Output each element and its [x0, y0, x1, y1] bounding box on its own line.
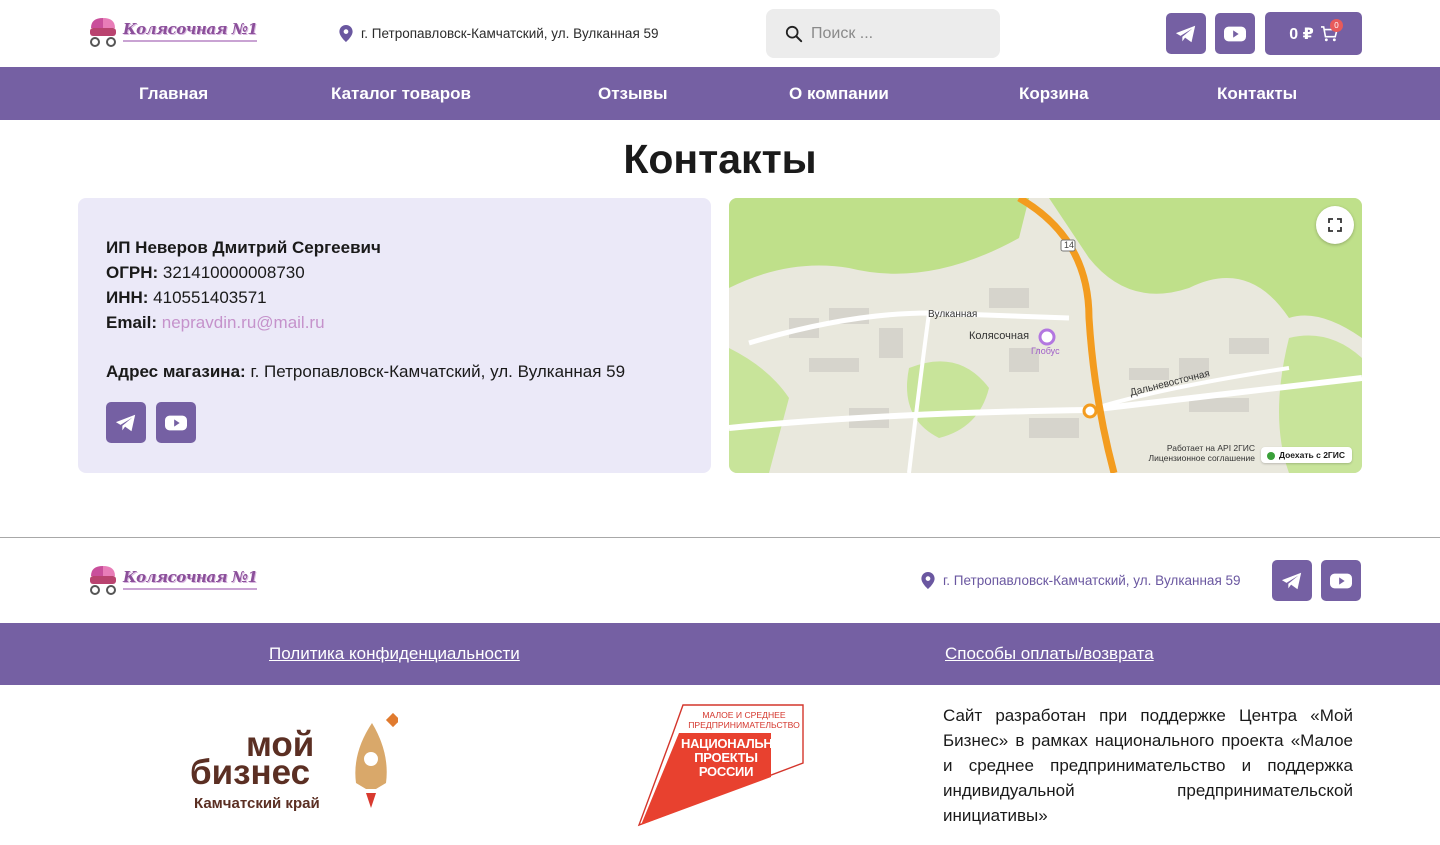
youtube-button[interactable]	[1215, 13, 1255, 54]
cart-button[interactable]: 0 ₽ 0	[1265, 12, 1362, 55]
company-name: ИП Неверов Дмитрий Сергеевич	[106, 238, 381, 257]
telegram-icon	[1175, 25, 1196, 42]
footer-links: Политика конфиденциальности Способы опла…	[0, 623, 1440, 685]
map-place-label: Колясочная	[969, 330, 1030, 342]
ogrn-row: ОГРН: 321410000008730	[106, 260, 683, 285]
drive-with-2gis-button[interactable]: Доехать с 2ГИС	[1260, 447, 1352, 463]
inn-label: ИНН:	[106, 288, 149, 307]
moy-biznes-word2: бизнес	[190, 753, 311, 792]
street-label-vulkannaya: Вулканная	[928, 309, 978, 320]
map-poi-label: Глобус	[1031, 346, 1060, 356]
telegram-icon	[115, 414, 136, 431]
map-license-link[interactable]: Лицензионное соглашение	[1149, 453, 1256, 463]
fullscreen-button[interactable]	[1316, 206, 1354, 244]
stroller-icon	[90, 18, 116, 47]
national-projects-subtitle: МАЛОЕ И СРЕДНЕЕ ПРЕДПРИНИМАТЕЛЬСТВО	[688, 710, 800, 730]
payment-return-link[interactable]: Способы оплаты/возврата	[945, 623, 1154, 685]
contacts-youtube-button[interactable]	[156, 402, 196, 443]
national-projects-title: НАЦИОНАЛЬНЫЕ ПРОЕКТЫ РОССИИ	[681, 736, 794, 779]
map-api-link[interactable]: Работает на API 2ГИС	[1149, 443, 1255, 453]
footer-telegram-button[interactable]	[1272, 560, 1312, 601]
map-widget[interactable]: 14 Вулканная Колясочная Глобус Дальневос…	[729, 198, 1362, 473]
map-attribution[interactable]: Работает на API 2ГИС Лицензионное соглаш…	[1149, 443, 1256, 463]
email-link[interactable]: nepravdin.ru@mail.ru	[162, 313, 325, 332]
partners-section: мой бизнес Камчатский край МАЛОЕ И СРЕДН…	[0, 685, 1440, 845]
contact-socials	[106, 402, 683, 443]
telegram-button[interactable]	[1166, 13, 1206, 54]
shop-address-value: г. Петропавловск-Камчатский, ул. Вулканн…	[250, 362, 626, 381]
main-nav: Главная Каталог товаров Отзывы О компани…	[0, 67, 1440, 120]
nav-item-cart[interactable]: Корзина	[1019, 67, 1089, 120]
footer-address-text: г. Петропавловск-Камчатский, ул. Вулканн…	[943, 573, 1241, 588]
nav-item-catalog[interactable]: Каталог товаров	[331, 67, 471, 120]
header-address: г. Петропавловск-Камчатский, ул. Вулканн…	[339, 25, 659, 42]
national-projects-logo[interactable]: МАЛОЕ И СРЕДНЕЕ ПРЕДПРИНИМАТЕЛЬСТВО НАЦИ…	[637, 703, 805, 827]
footer-top: Колясочная №1 г. Петропавловск-Камчатски…	[0, 538, 1440, 623]
shop-address-row: Адрес магазина: г. Петропавловск-Камчатс…	[106, 359, 683, 384]
footer-logo-text: Колясочная №1	[123, 568, 258, 590]
inn-row: ИНН: 410551403571	[106, 285, 683, 310]
nav-item-home[interactable]: Главная	[139, 67, 208, 120]
search-box[interactable]	[766, 9, 1000, 58]
footer-logo[interactable]: Колясочная №1	[87, 562, 258, 596]
youtube-icon	[165, 415, 187, 430]
stroller-icon	[90, 566, 116, 595]
fullscreen-icon	[1328, 218, 1342, 232]
cart-count-badge: 0	[1330, 19, 1343, 32]
ogrn-label: ОГРН:	[106, 263, 159, 282]
location-pin-icon	[921, 572, 935, 589]
rocket-icon	[355, 713, 398, 808]
map-canvas[interactable]	[729, 198, 1362, 473]
location-pin-icon	[339, 25, 353, 42]
youtube-icon	[1224, 26, 1246, 41]
site-header: Колясочная №1 г. Петропавловск-Камчатски…	[0, 0, 1440, 67]
support-text: Сайт разработан при поддержке Центра «Мо…	[943, 706, 1353, 825]
search-icon	[785, 25, 803, 42]
header-address-text: г. Петропавловск-Камчатский, ул. Вулканн…	[361, 26, 659, 41]
moy-biznes-region: Камчатский край	[194, 795, 320, 812]
shop-address-label: Адрес магазина:	[106, 362, 246, 381]
site-logo[interactable]: Колясочная №1	[87, 14, 258, 48]
contacts-card: ИП Неверов Дмитрий Сергеевич ОГРН: 32141…	[78, 198, 711, 473]
footer-youtube-button[interactable]	[1321, 560, 1361, 601]
cart-total: 0 ₽	[1289, 25, 1314, 43]
nav-item-about[interactable]: О компании	[789, 67, 889, 120]
ogrn-value: 321410000008730	[162, 263, 305, 282]
logo-text: Колясочная №1	[123, 20, 258, 42]
email-row: Email: nepravdin.ru@mail.ru	[106, 310, 683, 335]
moy-biznes-logo[interactable]: мой бизнес Камчатский край	[188, 713, 398, 818]
contacts-telegram-button[interactable]	[106, 402, 146, 443]
inn-value: 410551403571	[153, 288, 267, 307]
email-label: Email:	[106, 313, 158, 332]
page-title: Контакты	[623, 136, 817, 182]
privacy-policy-link[interactable]: Политика конфиденциальности	[269, 623, 520, 685]
search-input[interactable]	[811, 24, 981, 43]
youtube-icon	[1330, 573, 1352, 588]
road-number-label: 14	[1064, 240, 1075, 250]
telegram-icon	[1281, 572, 1302, 589]
footer-address: г. Петропавловск-Камчатский, ул. Вулканн…	[921, 572, 1241, 589]
nav-item-contacts[interactable]: Контакты	[1217, 67, 1297, 120]
nav-item-reviews[interactable]: Отзывы	[598, 67, 668, 120]
